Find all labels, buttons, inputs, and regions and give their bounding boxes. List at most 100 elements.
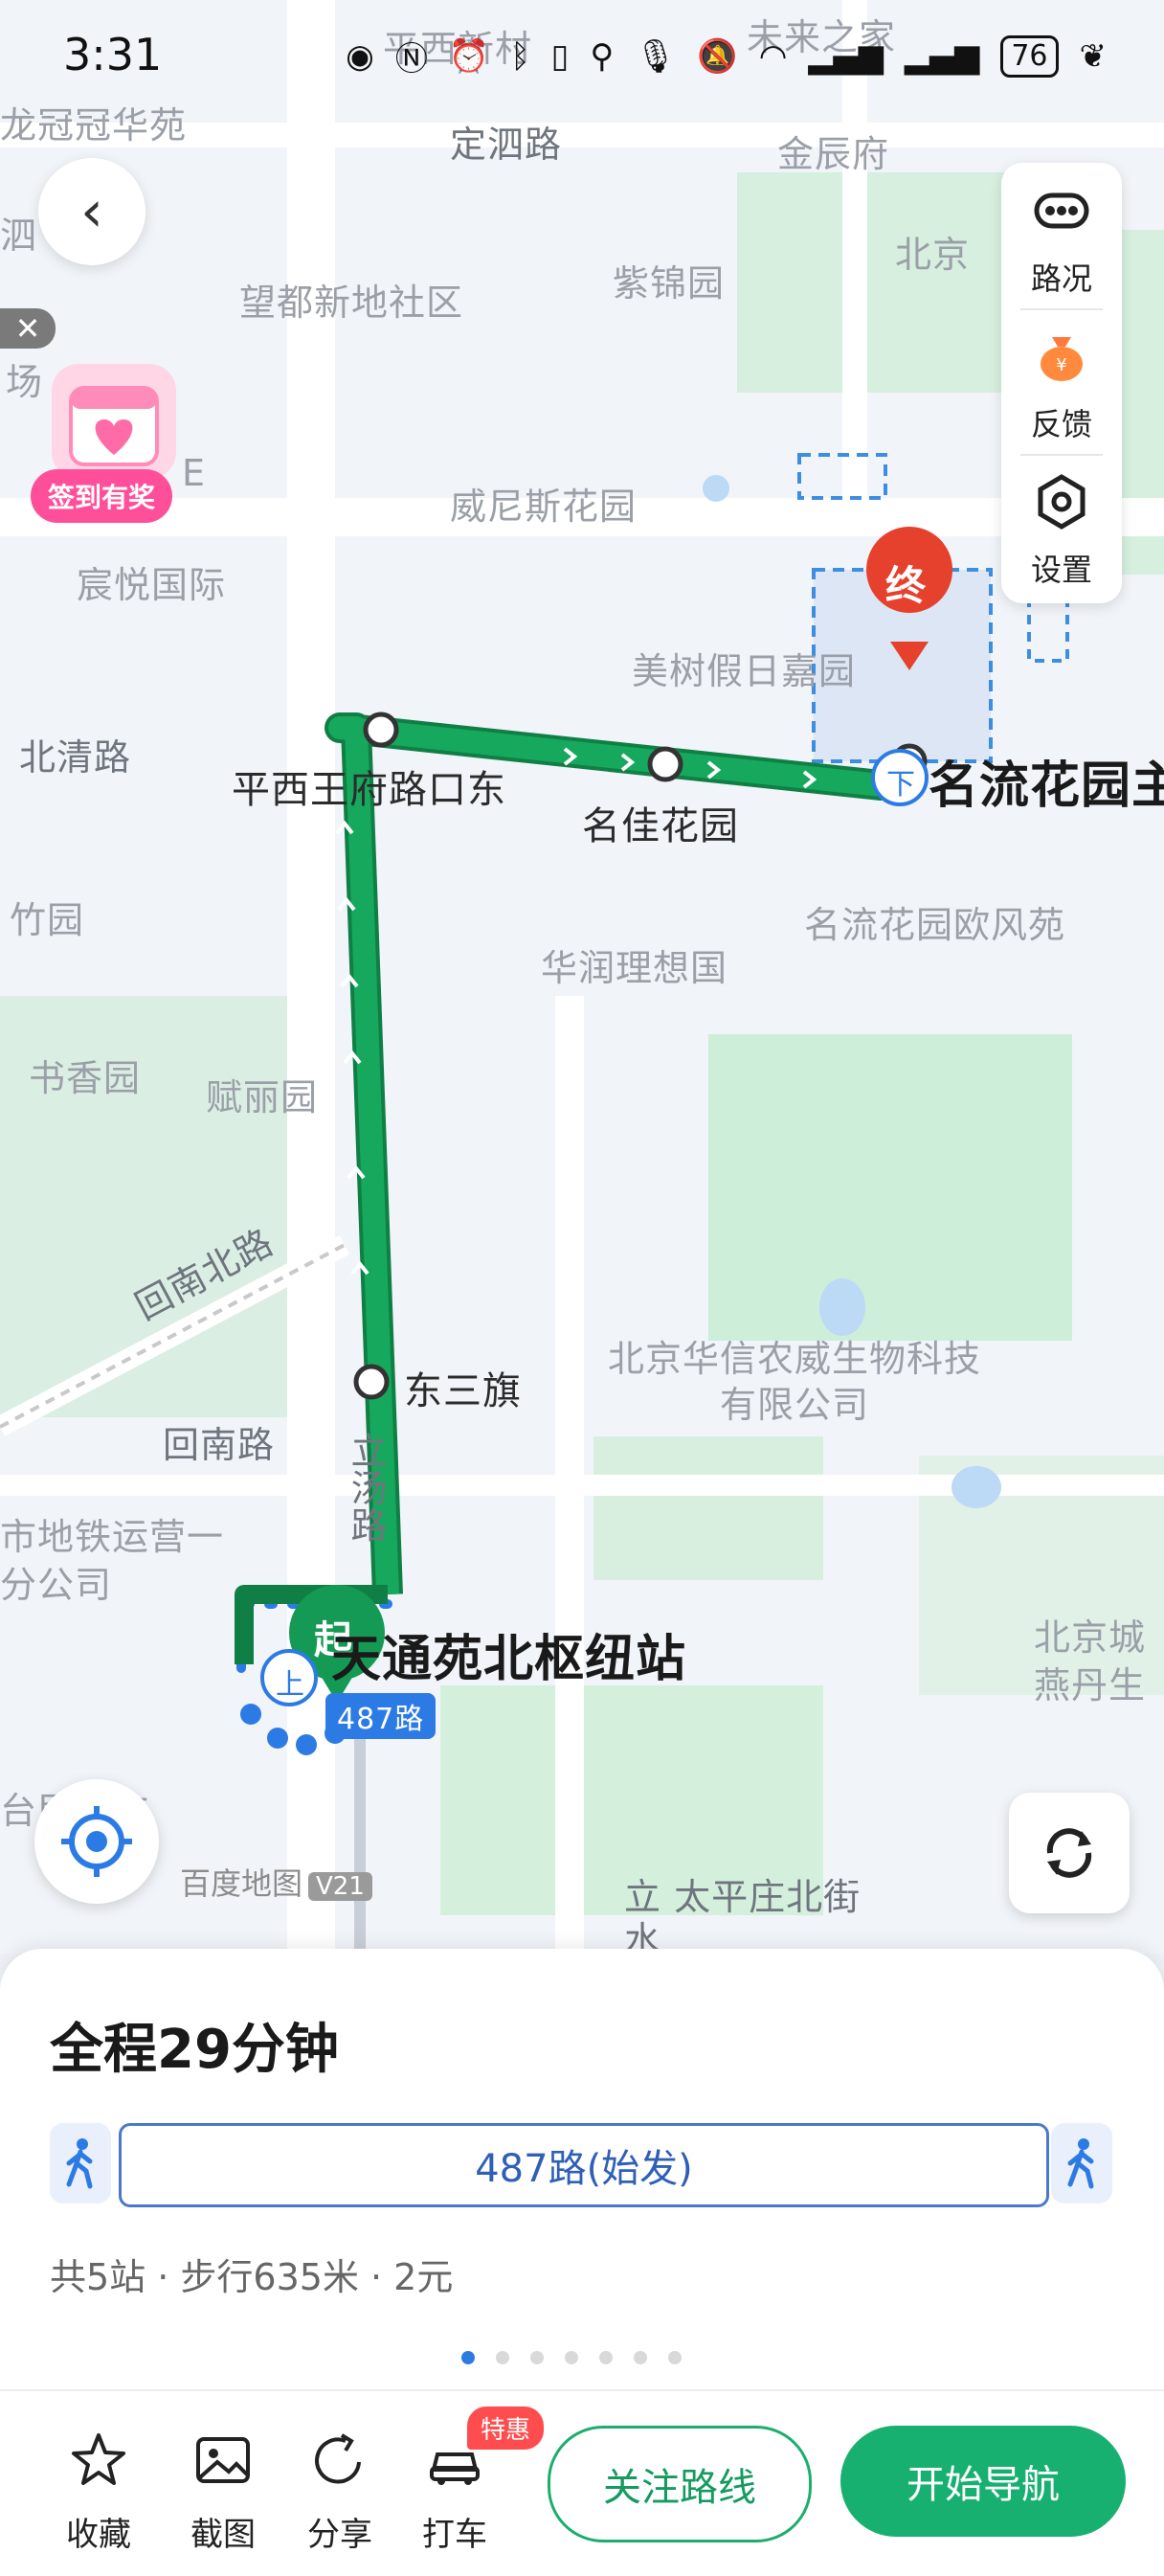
follow-route-button[interactable]: 关注路线 <box>548 2426 812 2542</box>
walk-icon <box>66 2138 93 2189</box>
page-dot <box>668 2351 682 2364</box>
back-button[interactable]: ‹ <box>38 158 146 265</box>
map-label: 北京城燕丹生 <box>1034 1616 1147 1706</box>
map-label: 美树假日嘉园 <box>632 650 857 692</box>
mic-icon: 🎙 <box>635 36 677 76</box>
map-label: 华润理想国 <box>541 947 728 989</box>
map-label: 北京华信农威生物科技有限公司 <box>607 1338 981 1426</box>
page-dot <box>496 2351 509 2364</box>
water <box>819 1278 865 1336</box>
walk-dot <box>296 1734 317 1755</box>
map-label: 宸悦国际 <box>77 564 227 606</box>
map-label: 北清路 <box>19 736 132 779</box>
screenshot-button[interactable]: 截图 <box>170 2429 276 2555</box>
checkin-label: 签到有奖 <box>31 469 173 523</box>
stop-label-dongsanqi: 东三旗 <box>404 1369 522 1413</box>
walk-dot <box>240 1704 261 1725</box>
alight-marker-label: 下 <box>886 768 916 802</box>
park-area <box>708 1034 1072 1341</box>
page-dot <box>461 2351 475 2364</box>
status-time: 3:31 <box>63 29 163 80</box>
walk-dot <box>267 1728 288 1749</box>
rail-line <box>354 1724 366 1954</box>
board-marker-label: 上 <box>276 1668 305 1702</box>
eye-icon: ◉ <box>346 36 374 76</box>
watermark-version: V21 <box>308 1872 372 1901</box>
mute-icon: 🔕 <box>697 36 738 76</box>
water <box>703 475 729 502</box>
route-tag: 487路 <box>325 1693 436 1739</box>
total-duration: 全程29分钟 <box>50 2019 339 2081</box>
vibrate-icon: ▯ <box>550 36 570 76</box>
bus-segment[interactable]: 487路(始发) <box>119 2123 1049 2207</box>
share-button[interactable]: 分享 <box>287 2429 392 2555</box>
page-dot <box>599 2351 613 2364</box>
map-label: 立汤路 <box>345 1432 387 1544</box>
signal-icon: ▂▄▆ <box>904 36 980 76</box>
image-icon <box>196 2437 250 2483</box>
money-bag-icon: ¥ <box>1041 337 1083 381</box>
status-icons: ◉ Ⓝ ⏰ ᛒ ▯ ⚲ 🎙 🔕 ◠ ▂▄▆ ▂▄▆ 76 ❦ <box>346 33 1107 79</box>
locate-button[interactable] <box>34 1779 159 1904</box>
end-station-label: 名流花园主 <box>929 757 1164 815</box>
page-dot <box>530 2351 544 2364</box>
wifi-icon: ◠ <box>758 36 788 76</box>
battery-level: 76 <box>1000 34 1059 78</box>
walk-icon <box>1067 2138 1094 2189</box>
route-detail-sheet[interactable]: 全程29分钟 487路(始发) 共5站 · 步行635米 · 2元 <box>0 1949 1164 2389</box>
map-label: 竹园 <box>10 899 85 941</box>
leaf-icon: ❦ <box>1079 36 1108 76</box>
traffic-label: 路况 <box>1030 260 1092 297</box>
favorite-button[interactable]: 收藏 <box>46 2429 151 2555</box>
settings-button[interactable]: 设置 <box>1001 454 1122 598</box>
page-dot <box>634 2351 647 2364</box>
map-view[interactable]: 终 起 上 下 龙冠冠华苑 平西新村 未来之家 定泗路 金辰府 望都新地社区 紫… <box>0 0 1164 1954</box>
taxi-discount-badge: 特惠 <box>467 2407 545 2450</box>
star-icon <box>72 2433 125 2485</box>
checkin-reward-button[interactable]: 签到有奖 <box>31 364 193 527</box>
walk-segment-end <box>1051 2123 1112 2203</box>
map-label: 定泗路 <box>450 124 563 166</box>
bottom-action-bar: 收藏 截图 分享 打车 特惠 关注路线 开始导航 <box>0 2389 1164 2576</box>
traffic-icon <box>1034 192 1089 229</box>
map-label: 紫锦园 <box>613 262 726 305</box>
locate-icon <box>61 1806 132 1877</box>
location-icon: ⚲ <box>590 36 615 76</box>
route-summary: 共5站 · 步行635米 · 2元 <box>50 2256 454 2298</box>
close-icon[interactable]: ✕ <box>0 308 56 349</box>
calendar-icon <box>52 364 176 479</box>
map-label: 书香园 <box>29 1057 142 1099</box>
start-navigation-button[interactable]: 开始导航 <box>840 2426 1126 2537</box>
stop-dongsanqi[interactable] <box>353 1364 390 1400</box>
traffic-button[interactable]: 路况 <box>1001 163 1122 306</box>
favorite-label: 收藏 <box>66 2516 131 2554</box>
map-side-panel: 路况 ¥ 反馈 设置 <box>1001 163 1122 603</box>
map-label: 回南路 <box>163 1424 276 1466</box>
stop-label-pingxi: 平西王府路口东 <box>232 768 506 812</box>
alarm-icon: ⏰ <box>448 36 490 76</box>
map-label: 金辰府 <box>777 133 890 175</box>
map-label: 北京 <box>895 234 971 276</box>
feedback-label: 反馈 <box>1030 406 1092 442</box>
nfc-icon: Ⓝ <box>394 40 428 79</box>
stop-mingjia[interactable] <box>647 746 683 782</box>
settings-icon <box>1038 474 1086 530</box>
svg-text:¥: ¥ <box>1056 355 1066 375</box>
screenshot-label: 截图 <box>190 2516 256 2554</box>
map-label: 名流花园欧风苑 <box>804 904 1066 946</box>
map-label: 泗 <box>0 215 38 257</box>
map-label: 望都新地社区 <box>239 282 464 324</box>
bluetooth-icon: ᛒ <box>510 36 530 76</box>
refresh-button[interactable] <box>1009 1793 1130 1913</box>
status-bar: 3:31 ◉ Ⓝ ⏰ ᛒ ▯ ⚲ 🎙 🔕 ◠ ▂▄▆ ▂▄▆ 76 ❦ <box>0 0 1164 105</box>
taxi-label: 打车 <box>422 2516 487 2554</box>
stop-label-mingjia: 名佳花园 <box>582 804 739 848</box>
refresh-icon <box>1046 1828 1092 1878</box>
park-area <box>593 1436 823 1580</box>
end-marker-label: 终 <box>885 562 928 609</box>
baidu-map-watermark: 百度地图 V21 <box>180 1860 372 1904</box>
map-label: 威尼斯花园 <box>450 486 638 528</box>
chevron-left-icon: ‹ <box>80 178 103 245</box>
feedback-button[interactable]: ¥ 反馈 <box>1001 308 1122 452</box>
stop-pingxi[interactable] <box>363 712 399 748</box>
